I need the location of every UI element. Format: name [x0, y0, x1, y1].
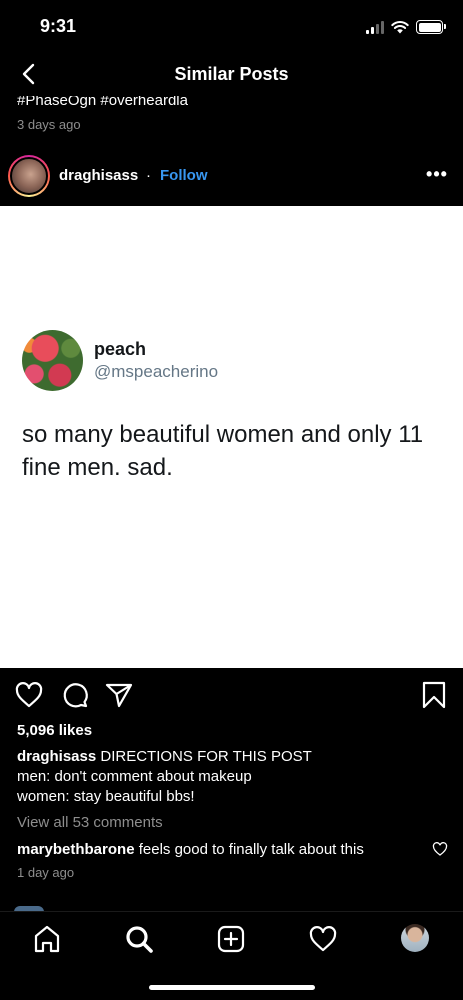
follow-button[interactable]: Follow	[160, 167, 208, 184]
profile-avatar[interactable]	[401, 924, 429, 952]
status-icons	[366, 19, 446, 35]
wifi-icon	[391, 21, 409, 34]
comment-text: feels good to finally talk about this	[138, 841, 364, 858]
add-post-icon[interactable]	[216, 924, 246, 954]
post-image[interactable]: peach @mspeacherino so many beautiful wo…	[0, 206, 463, 668]
caption-username[interactable]: draghisass	[17, 748, 96, 765]
home-icon[interactable]	[32, 924, 62, 954]
post-actions	[0, 668, 463, 722]
caption-line: men: don't comment about makeup	[17, 768, 252, 785]
paper-plane-icon[interactable]	[104, 680, 134, 710]
activity-heart-icon[interactable]	[308, 924, 338, 954]
page-title: Similar Posts	[174, 64, 289, 84]
battery-icon	[416, 20, 446, 34]
tweet-text: so many beautiful women and only 11 fine…	[22, 421, 424, 481]
status-bar: 9:31	[0, 0, 463, 52]
comment-row: marybethbarone feels good to finally tal…	[17, 840, 417, 860]
heart-icon[interactable]	[14, 680, 44, 710]
comment-username[interactable]: marybethbarone	[17, 841, 135, 858]
post-caption: draghisass DIRECTIONS FOR THIS POST men:…	[17, 747, 447, 807]
comment-bubble-icon[interactable]	[60, 680, 90, 710]
more-options-button[interactable]: •••	[425, 164, 449, 184]
caption-line: DIRECTIONS FOR THIS POST	[100, 748, 312, 765]
search-icon[interactable]	[124, 924, 154, 954]
nav-bar: Similar Posts	[0, 52, 463, 96]
status-time: 9:31	[40, 16, 77, 36]
previous-post-time: 3 days ago	[17, 117, 81, 132]
previous-post-hashtags[interactable]: #PhaseOgn #overheardla	[17, 96, 188, 109]
post-header: draghisass · Follow •••	[0, 146, 463, 206]
tweet-handle: @mspeacherino	[94, 362, 219, 381]
tweet-display-name: peach	[94, 339, 147, 359]
separator-dot: ·	[146, 167, 151, 184]
previous-post-caption: #PhaseOgn #overheardla 3 days ago	[0, 96, 463, 146]
cellular-signal-icon	[366, 20, 384, 34]
comment-heart-icon[interactable]	[432, 841, 448, 857]
caption-line: women: stay beautiful bbs!	[17, 788, 195, 805]
tweet-avatar	[22, 330, 83, 391]
likes-count[interactable]: 5,096 likes	[17, 722, 92, 739]
poster-username[interactable]: draghisass	[59, 167, 138, 184]
bookmark-icon[interactable]	[419, 680, 449, 710]
post-time: 1 day ago	[17, 865, 75, 880]
view-all-comments-link[interactable]: View all 53 comments	[17, 814, 163, 831]
ellipsis-icon: •••	[426, 164, 448, 184]
poster-avatar[interactable]	[8, 155, 50, 197]
home-indicator	[149, 985, 315, 990]
